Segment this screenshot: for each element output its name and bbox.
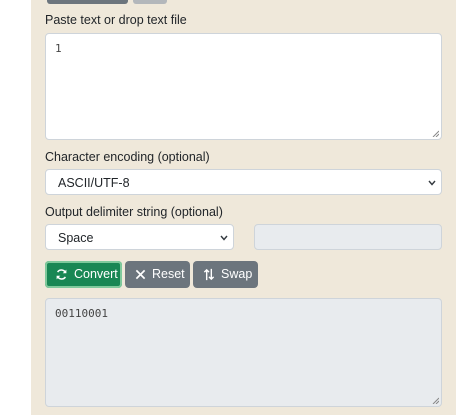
reset-button-label: Reset	[152, 267, 185, 282]
swap-button-label: Swap	[221, 267, 253, 282]
delimiter-label: Output delimiter string (optional)	[45, 205, 223, 219]
swap-vertical-icon	[203, 268, 215, 281]
input-text: 1	[55, 42, 62, 55]
top-button-partial-secondary[interactable]	[133, 0, 167, 4]
encoding-select[interactable]: ASCII/UTF-8	[45, 169, 442, 195]
close-icon	[135, 269, 146, 280]
output-text: 00110001	[55, 307, 108, 320]
chevron-down-icon	[220, 235, 228, 241]
output-textarea[interactable]: 00110001	[45, 298, 442, 407]
refresh-icon	[56, 269, 67, 280]
convert-button[interactable]: Convert	[45, 261, 122, 288]
chevron-down-icon	[428, 180, 436, 186]
resize-grip-icon[interactable]	[432, 130, 439, 137]
convert-button-label: Convert	[74, 267, 118, 282]
input-label: Paste text or drop text file	[45, 13, 187, 27]
encoding-selected-value: ASCII/UTF-8	[58, 176, 130, 190]
encoding-label: Character encoding (optional)	[45, 150, 210, 164]
swap-button[interactable]: Swap	[193, 261, 258, 288]
custom-delimiter-input[interactable]	[254, 224, 442, 250]
top-button-partial[interactable]	[47, 0, 128, 4]
reset-button[interactable]: Reset	[125, 261, 190, 288]
delimiter-select[interactable]: Space	[45, 224, 234, 250]
delimiter-selected-value: Space	[58, 231, 94, 245]
resize-grip-icon[interactable]	[432, 397, 439, 404]
input-textarea[interactable]: 1	[45, 33, 442, 140]
